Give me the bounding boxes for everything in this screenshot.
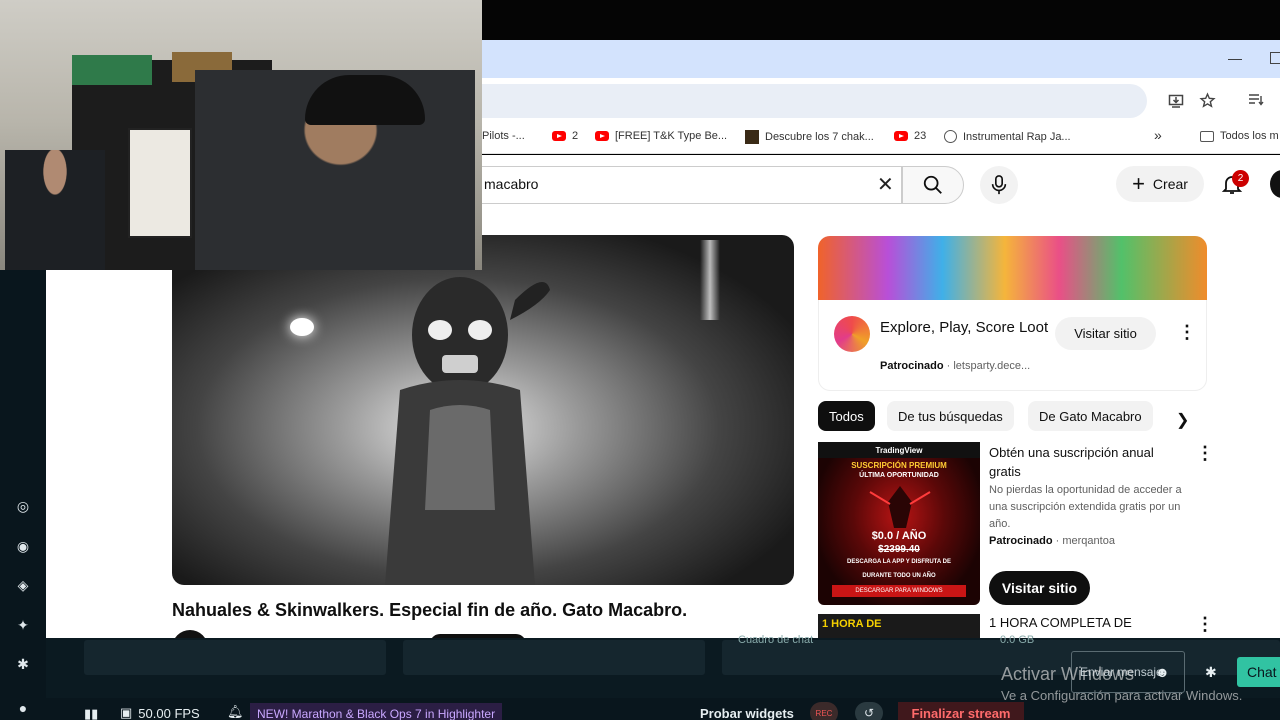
bookmark-star-icon[interactable] bbox=[1199, 92, 1216, 109]
record-button[interactable]: REC bbox=[810, 702, 838, 720]
sidebar-app-icon[interactable]: ◎ bbox=[15, 498, 31, 514]
promo-figure bbox=[869, 486, 931, 528]
next-video-title: 1 HORA COMPLETA DE bbox=[989, 615, 1132, 630]
sidebar-app-icon[interactable]: ◈ bbox=[15, 577, 31, 593]
more-options-icon[interactable]: ⋮ bbox=[1196, 614, 1214, 635]
bookmark-item-yt-23[interactable]: 23 bbox=[894, 130, 926, 142]
more-options-icon[interactable]: ⋮ bbox=[1196, 443, 1214, 464]
promo-title: Obtén una suscripción anual gratis bbox=[989, 445, 1154, 479]
youtube-icon bbox=[552, 131, 566, 141]
maximize-button[interactable] bbox=[1270, 52, 1280, 64]
chat-settings-gear-icon[interactable]: ✱ bbox=[1205, 664, 1217, 681]
youtube-icon bbox=[595, 131, 609, 141]
youtube-icon bbox=[894, 131, 908, 141]
bookmark-folder-all[interactable]: Todos los m bbox=[1200, 130, 1279, 142]
promo-old-price: $2399.40 bbox=[878, 544, 920, 555]
try-widgets-button[interactable]: Probar widgets bbox=[700, 706, 794, 720]
advertiser-logo bbox=[834, 316, 870, 352]
promo-thumb-line: SUSCRIPCIÓN PREMIUM bbox=[851, 461, 947, 470]
promo-download-label: DESCARGAR PARA WINDOWS bbox=[832, 585, 966, 597]
gear-icon[interactable]: ✱ bbox=[15, 656, 31, 672]
dock-panel-scenes[interactable] bbox=[84, 640, 386, 675]
microphone-icon bbox=[991, 175, 1007, 195]
end-stream-button[interactable]: Finalizar stream bbox=[898, 702, 1024, 720]
create-button[interactable]: + Crear bbox=[1116, 166, 1204, 202]
search-icon bbox=[923, 175, 942, 194]
activate-windows-subtitle: Ve a Configuración para activar Windows. bbox=[1001, 688, 1243, 703]
video-title: Nahuales & Skinwalkers. Especial fin de … bbox=[172, 600, 688, 620]
promo-thumb-line: ÚLTIMA OPORTUNIDAD bbox=[859, 472, 939, 479]
bookmark-item-yt-2[interactable]: 2 bbox=[552, 130, 578, 142]
stats-icon[interactable]: ▮▮ bbox=[84, 706, 98, 720]
video-light-spot bbox=[290, 318, 314, 336]
voice-search-button[interactable] bbox=[980, 166, 1018, 204]
video-light-streak bbox=[700, 240, 720, 320]
webcam-person-left bbox=[5, 150, 105, 270]
search-button[interactable] bbox=[902, 166, 964, 204]
install-app-icon[interactable] bbox=[1168, 93, 1184, 109]
stream-sidebar bbox=[0, 270, 46, 720]
chevron-right-icon[interactable]: ❯ bbox=[1176, 410, 1189, 430]
search-input[interactable] bbox=[482, 166, 902, 204]
chat-count: 0.0 GB bbox=[1000, 634, 1035, 646]
news-banner[interactable]: NEW! Marathon & Black Ops 7 in Highlight… bbox=[250, 703, 503, 720]
chat-box-label: Cuadro de chat bbox=[738, 634, 814, 646]
dock-panel-sources[interactable] bbox=[403, 640, 705, 675]
clear-search-icon[interactable]: ✕ bbox=[877, 172, 894, 197]
more-options-icon[interactable]: ⋮ bbox=[1178, 322, 1196, 343]
promo-description: No pierdas la oportunidad de acceder a u… bbox=[989, 484, 1182, 530]
promo-thumb-line: DURANTE TODO UN AÑO bbox=[862, 573, 936, 579]
sparkle-icon[interactable]: ✦ bbox=[15, 617, 31, 633]
promo-visit-site-button[interactable]: Visitar sitio bbox=[989, 571, 1090, 605]
user-icon[interactable]: ● bbox=[15, 700, 31, 716]
emoji-icon[interactable]: ☻ bbox=[1155, 664, 1170, 680]
reading-list-icon[interactable] bbox=[1248, 93, 1264, 107]
promo-price: $0.0 / AÑO bbox=[871, 530, 927, 542]
bookmark-item-chakras[interactable]: Descubre los 7 chak... bbox=[745, 130, 874, 144]
activate-windows-title: Activar Windows bbox=[1001, 664, 1135, 684]
promo-thumb-line: DESCARGA LA APP Y DISFRUTA DE bbox=[846, 559, 951, 565]
chip-from-searches[interactable]: De tus búsquedas bbox=[887, 401, 1014, 431]
visit-site-button[interactable]: Visitar sitio bbox=[1055, 317, 1156, 350]
bookmark-item-instrumental[interactable]: Instrumental Rap Ja... bbox=[944, 130, 1071, 143]
globe-icon bbox=[944, 130, 957, 143]
chip-from-channel[interactable]: De Gato Macabro bbox=[1028, 401, 1153, 431]
chat-send-button[interactable]: Chat bbox=[1237, 657, 1280, 687]
replay-buffer-icon[interactable]: ↺ bbox=[855, 702, 883, 720]
bookmark-item-free-tk[interactable]: [FREE] T&K Type Be... bbox=[595, 130, 727, 142]
next-video-thumbnail[interactable]: 1 HORA DE bbox=[818, 614, 980, 638]
address-bar[interactable] bbox=[482, 84, 1147, 118]
webcam-green-basket bbox=[72, 55, 152, 85]
webcam-door bbox=[128, 128, 192, 238]
bookmark-item-pilots[interactable]: Pilots -... bbox=[482, 130, 525, 142]
bookmarks-overflow-button[interactable]: » bbox=[1154, 127, 1162, 143]
chip-all[interactable]: Todos bbox=[818, 401, 875, 431]
notification-badge: 2 bbox=[1232, 170, 1249, 187]
minimize-button[interactable]: — bbox=[1228, 50, 1242, 66]
ad-meta: Patrocinado · letsparty.dece... bbox=[880, 360, 1031, 372]
promo-meta: Patrocinado · merqantoa bbox=[989, 535, 1115, 547]
monitor-icon: ▣ bbox=[120, 705, 133, 720]
fps-display: ▣ 50.00 FPS bbox=[120, 705, 200, 720]
search-query: macabro bbox=[484, 176, 539, 192]
tradingview-logo: TradingView bbox=[818, 442, 980, 458]
sidebar-app-icon[interactable]: ◉ bbox=[15, 538, 31, 554]
browser-titlebar bbox=[482, 40, 1280, 78]
folder-icon bbox=[1200, 130, 1214, 142]
site-icon bbox=[745, 130, 759, 144]
ad-banner-image[interactable] bbox=[818, 236, 1207, 300]
plus-icon: + bbox=[1132, 171, 1145, 196]
notification-icon[interactable]: 🔔︎ bbox=[227, 704, 244, 720]
video-frame-creature bbox=[385, 277, 550, 585]
ad-title: Explore, Play, Score Loot bbox=[880, 319, 1049, 336]
